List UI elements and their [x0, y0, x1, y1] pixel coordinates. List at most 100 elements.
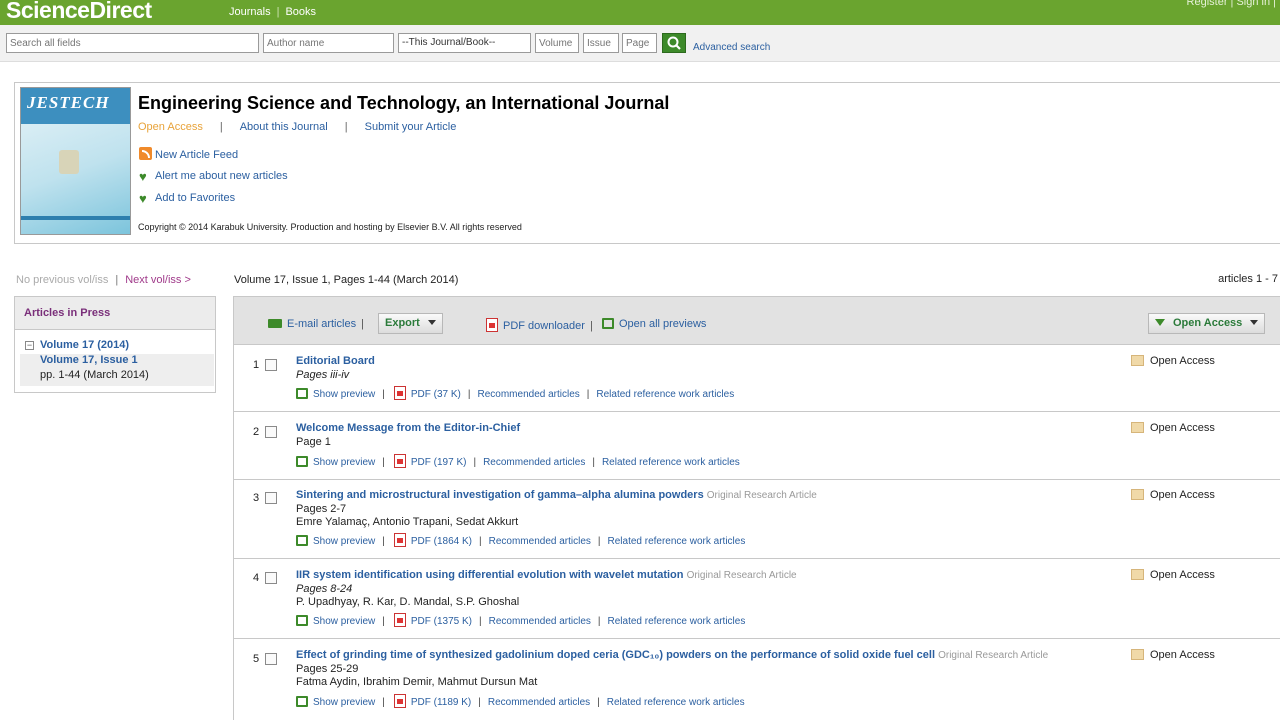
- sciencedirect-logo[interactable]: ScienceDirect: [6, 0, 152, 24]
- pdf-icon: [393, 694, 406, 708]
- recommended-articles-link[interactable]: Recommended articles: [489, 536, 591, 547]
- article-row: 3 Sintering and microstructural investig…: [233, 479, 1280, 559]
- open-access-icon: [1131, 489, 1144, 500]
- article-title-link[interactable]: Effect of grinding time of synthesized g…: [296, 649, 1048, 661]
- article-checkbox[interactable]: [265, 359, 277, 371]
- related-reference-link[interactable]: Related reference work articles: [602, 457, 740, 468]
- email-icon: [268, 319, 282, 328]
- pdf-link[interactable]: PDF (1864 K): [411, 536, 472, 547]
- show-preview-link[interactable]: Show preview: [313, 389, 375, 400]
- pdf-icon: [393, 454, 406, 468]
- open-access-badge: Open Access: [1131, 489, 1215, 501]
- pdf-link[interactable]: PDF (1375 K): [411, 616, 472, 627]
- recommended-articles-link[interactable]: Recommended articles: [488, 697, 590, 708]
- volume-navigation: No previous vol/iss | Next vol/iss >: [16, 274, 191, 286]
- article-checkbox[interactable]: [265, 492, 277, 504]
- collapse-icon[interactable]: −: [25, 341, 34, 350]
- issue-link[interactable]: Volume 17, Issue 1: [40, 354, 138, 366]
- page-input[interactable]: [622, 33, 657, 53]
- volume-info: Volume 17, Issue 1, Pages 1-44 (March 20…: [234, 274, 459, 286]
- article-row: 5 Effect of grinding time of synthesized…: [233, 638, 1280, 720]
- recommended-articles-link[interactable]: Recommended articles: [489, 616, 591, 627]
- preview-icon: [296, 696, 308, 707]
- recommended-articles-link[interactable]: Recommended articles: [483, 457, 585, 468]
- article-checkbox[interactable]: [265, 426, 277, 438]
- articles-in-press-link[interactable]: Articles in Press: [15, 297, 215, 330]
- article-row: 4 IIR system identification using differ…: [233, 558, 1280, 639]
- article-title-link[interactable]: Editorial Board: [296, 355, 375, 367]
- search-bar: --This Journal/Book-- Advanced search: [0, 25, 1280, 62]
- article-links: Show preview | PDF (1864 K) | Recommended ar…: [296, 533, 745, 547]
- article-title-link[interactable]: IIR system identification using differen…: [296, 569, 797, 581]
- show-preview-link[interactable]: Show preview: [313, 697, 375, 708]
- open-access-icon: [1131, 355, 1144, 366]
- pdf-icon: [393, 386, 406, 400]
- author-name-input[interactable]: [263, 33, 394, 53]
- alert-new-articles-link[interactable]: ♥ Alert me about new articles: [139, 170, 288, 183]
- favorite-heart-icon: ♥: [139, 191, 147, 206]
- article-authors: Emre Yalamaç, Antonio Trapani, Sedat Akk…: [296, 516, 519, 528]
- recommended-articles-link[interactable]: Recommended articles: [478, 389, 580, 400]
- issue-pages: pp. 1-44 (March 2014): [40, 369, 149, 381]
- preview-icon: [296, 535, 308, 546]
- article-authors: Fatma Aydin, Ibrahim Demir, Mahmut Dursu…: [296, 676, 538, 688]
- article-pages: Pages 2-7: [296, 503, 347, 515]
- volume-input[interactable]: [535, 33, 579, 53]
- article-row: 2 Welcome Message from the Editor-in-Chi…: [233, 411, 1280, 480]
- submit-article-link[interactable]: Submit your Article: [365, 121, 457, 133]
- top-bar: ScienceDirect Journals | Books Register | …: [0, 0, 1280, 25]
- journal-book-select[interactable]: --This Journal/Book--: [398, 33, 531, 53]
- chevron-down-icon: [427, 320, 436, 325]
- pdf-downloader-button[interactable]: PDF downloader |: [486, 318, 598, 332]
- nav-journals[interactable]: Journals: [229, 6, 271, 18]
- pdf-link[interactable]: PDF (1189 K): [411, 697, 471, 708]
- open-access-filter[interactable]: Open Access: [1148, 313, 1266, 334]
- preview-icon: [602, 318, 614, 329]
- show-preview-link[interactable]: Show preview: [313, 536, 375, 547]
- nav-books[interactable]: Books: [285, 6, 316, 18]
- chevron-down-icon: [1250, 320, 1259, 325]
- pdf-link[interactable]: PDF (197 K): [411, 457, 467, 468]
- search-button[interactable]: [662, 33, 686, 53]
- related-reference-link[interactable]: Related reference work articles: [596, 389, 734, 400]
- article-links: Show preview | PDF (1375 K) | Recommended ar…: [296, 613, 745, 627]
- pdf-icon: [393, 533, 406, 547]
- article-pages: Pages 25-29: [296, 663, 359, 675]
- article-number: 5: [253, 653, 260, 665]
- article-title-link[interactable]: Welcome Message from the Editor-in-Chief: [296, 422, 520, 434]
- related-reference-link[interactable]: Related reference work articles: [608, 536, 746, 547]
- account-links[interactable]: Register | Sign in |: [1187, 0, 1276, 8]
- issue-input[interactable]: [583, 33, 619, 53]
- article-pages: Pages 8-24: [296, 583, 353, 595]
- search-icon: [667, 36, 681, 50]
- search-all-fields-input[interactable]: [6, 33, 259, 53]
- add-to-favorites-link[interactable]: ♥ Add to Favorites: [139, 192, 235, 205]
- related-reference-link[interactable]: Related reference work articles: [608, 616, 746, 627]
- email-articles-button[interactable]: E-mail articles |: [268, 318, 369, 330]
- open-all-previews-button[interactable]: Open all previews: [602, 318, 706, 330]
- journal-cover-image[interactable]: JESTECH: [20, 87, 131, 235]
- advanced-search-link[interactable]: Advanced search: [693, 42, 770, 53]
- top-nav: Journals | Books: [229, 6, 317, 18]
- article-count: articles 1 - 7: [1218, 273, 1278, 285]
- article-number: 1: [253, 359, 260, 371]
- related-reference-link[interactable]: Related reference work articles: [607, 697, 745, 708]
- open-access-badge: Open Access: [1131, 649, 1215, 661]
- filter-icon: [1155, 319, 1165, 326]
- previous-volume-link: No previous vol/iss: [16, 274, 109, 286]
- pdf-link[interactable]: PDF (37 K): [411, 389, 461, 400]
- next-volume-link[interactable]: Next vol/iss >: [125, 274, 191, 286]
- open-access-badge: Open Access: [1131, 569, 1215, 581]
- volume-2014-node[interactable]: − Volume 17 (2014): [25, 339, 129, 351]
- new-article-feed-link[interactable]: New Article Feed: [139, 147, 238, 161]
- preview-icon: [296, 388, 308, 399]
- article-title-link[interactable]: Sintering and microstructural investigat…: [296, 489, 817, 501]
- rss-icon: [139, 147, 152, 160]
- export-dropdown[interactable]: Export: [378, 313, 443, 334]
- show-preview-link[interactable]: Show preview: [313, 457, 375, 468]
- alert-icon: ♥: [139, 169, 147, 184]
- show-preview-link[interactable]: Show preview: [313, 616, 375, 627]
- article-checkbox[interactable]: [265, 653, 277, 665]
- about-journal-link[interactable]: About this Journal: [240, 121, 328, 133]
- article-checkbox[interactable]: [265, 572, 277, 584]
